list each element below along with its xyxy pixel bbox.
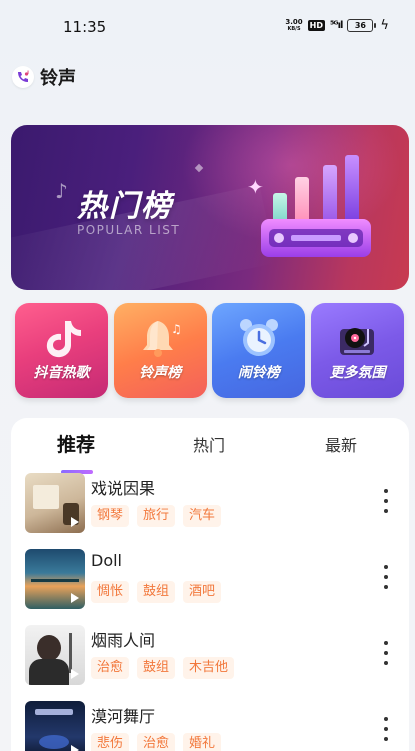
alarm-clock-icon: [239, 319, 278, 356]
tab-hot[interactable]: 热门: [193, 432, 225, 456]
app-header: 铃声: [12, 64, 76, 90]
category-label: 抖音热歌: [33, 365, 90, 381]
song-title: 漠河舞厅: [91, 707, 156, 726]
category-label: 闹铃榜: [237, 365, 280, 381]
bar-chart-podium-icon: [261, 155, 371, 257]
record-player-icon: [340, 328, 375, 355]
list-item[interactable]: 戏说因果 钢琴 旅行 汽车: [11, 473, 409, 535]
tag[interactable]: 木吉他: [183, 657, 235, 679]
banner-subtitle: POPULAR LIST: [77, 223, 181, 237]
tag[interactable]: 酒吧: [183, 581, 222, 603]
album-cover: [25, 701, 85, 751]
status-bar: 11:35 3.00 KB/S HD ⁵ᴳıl 36 ϟ: [0, 0, 415, 56]
tag-list: 治愈 鼓组 木吉他: [91, 657, 235, 679]
tag[interactable]: 鼓组: [137, 657, 176, 679]
battery-icon: 36: [347, 19, 377, 32]
album-cover: [25, 625, 85, 685]
tag-list: 悲伤 治愈 婚礼: [91, 733, 222, 751]
hd-icon: HD: [307, 20, 326, 31]
list-item[interactable]: 漠河舞厅 悲伤 治愈 婚礼: [11, 701, 409, 751]
signal-icon: ⁵ᴳıl: [330, 20, 343, 31]
status-icons: 3.00 KB/S HD ⁵ᴳıl 36 ϟ: [285, 18, 389, 33]
tag[interactable]: 汽车: [183, 505, 222, 527]
status-time: 11:35: [63, 18, 107, 36]
song-title: 戏说因果: [91, 479, 156, 498]
page-title: 铃声: [40, 68, 76, 89]
tag-list: 惆怅 鼓组 酒吧: [91, 581, 222, 603]
tag[interactable]: 治愈: [137, 733, 176, 751]
more-options-icon[interactable]: [383, 641, 389, 665]
music-note-icon: ♪: [55, 179, 68, 203]
album-cover: [25, 549, 85, 609]
banner-title: 热门榜: [77, 189, 173, 224]
svg-text:♫: ♫: [171, 322, 182, 336]
charging-icon: ϟ: [380, 18, 389, 33]
tag[interactable]: 惆怅: [91, 581, 130, 603]
album-cover: [25, 473, 85, 533]
category-ringtone-chart[interactable]: ♫ 铃声榜: [113, 303, 207, 398]
play-icon: [71, 517, 79, 527]
more-options-icon[interactable]: [383, 717, 389, 741]
category-alarm-chart[interactable]: 闹铃榜: [212, 303, 306, 398]
more-options-icon[interactable]: [383, 489, 389, 513]
category-label: 更多氛围: [329, 365, 386, 381]
popular-list-banner[interactable]: ♪ ✦ 热门榜 POPULAR LIST: [11, 125, 409, 290]
play-icon: [71, 745, 79, 751]
tag-list: 钢琴 旅行 汽车: [91, 505, 222, 527]
song-list-card: 推荐 热门 最新 戏说因果 钢琴 旅行 汽车 Doll 惆怅 鼓组 酒吧 烟雨人…: [11, 418, 409, 751]
tag[interactable]: 婚礼: [183, 733, 222, 751]
network-speed: 3.00 KB/S: [285, 17, 303, 32]
list-item[interactable]: 烟雨人间 治愈 鼓组 木吉他: [11, 625, 409, 687]
category-label: 铃声榜: [139, 365, 182, 381]
bell-icon: ♫: [143, 321, 182, 357]
song-title: 烟雨人间: [91, 631, 156, 650]
phone-music-icon: [12, 66, 34, 88]
tab-bar: 推荐 热门 最新: [11, 430, 409, 474]
tab-recommended[interactable]: 推荐: [57, 430, 95, 457]
tab-latest[interactable]: 最新: [325, 432, 357, 456]
category-more-ambience[interactable]: 更多氛围: [310, 303, 404, 398]
play-icon: [71, 593, 79, 603]
tag[interactable]: 旅行: [137, 505, 176, 527]
tiktok-note-icon: [46, 321, 81, 358]
list-item[interactable]: Doll 惆怅 鼓组 酒吧: [11, 549, 409, 611]
song-title: Doll: [91, 551, 122, 570]
more-options-icon[interactable]: [383, 565, 389, 589]
tag[interactable]: 治愈: [91, 657, 130, 679]
tag[interactable]: 鼓组: [137, 581, 176, 603]
tag[interactable]: 钢琴: [91, 505, 130, 527]
category-douyin-hot[interactable]: 抖音热歌: [15, 303, 108, 398]
play-icon: [71, 669, 79, 679]
category-row: 抖音热歌 ♫ 铃声榜 闹铃榜 更多氛围: [15, 303, 404, 398]
tag[interactable]: 悲伤: [91, 733, 130, 751]
